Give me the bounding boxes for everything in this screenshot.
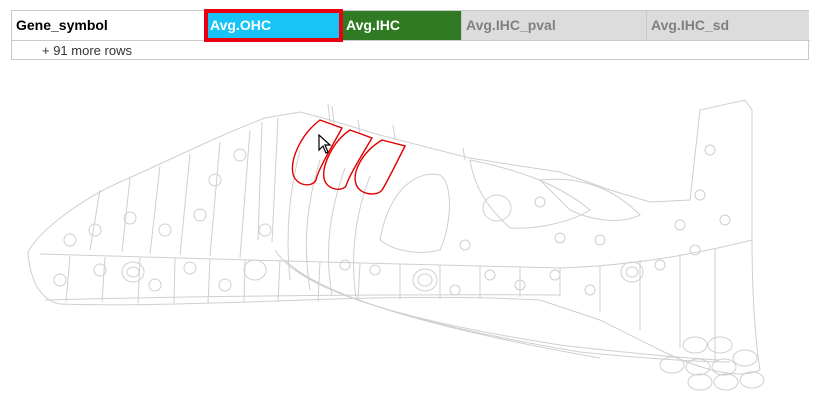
organ-outline xyxy=(27,99,761,375)
table-header-row: Gene_symbol Avg.OHC Avg.IHC Avg.IHC_pval… xyxy=(12,9,810,42)
more-rows-link[interactable]: + 91 more rows xyxy=(42,43,132,58)
column-header-avg-ohc[interactable]: Avg.OHC xyxy=(206,11,342,40)
column-header-avg-ihc[interactable]: Avg.IHC xyxy=(342,11,461,40)
cochlea-organ-of-corti-diagram xyxy=(27,99,765,391)
column-header-gene-symbol[interactable]: Gene_symbol xyxy=(12,11,206,40)
column-header-avg-ihc-sd[interactable]: Avg.IHC_sd xyxy=(646,11,809,40)
column-header-avg-ihc-pval[interactable]: Avg.IHC_pval xyxy=(461,11,646,40)
mouse-pointer-icon xyxy=(318,134,332,154)
outer-hair-cell-3[interactable] xyxy=(354,139,407,195)
gene-expression-table: Gene_symbol Avg.OHC Avg.IHC Avg.IHC_pval… xyxy=(11,9,810,60)
